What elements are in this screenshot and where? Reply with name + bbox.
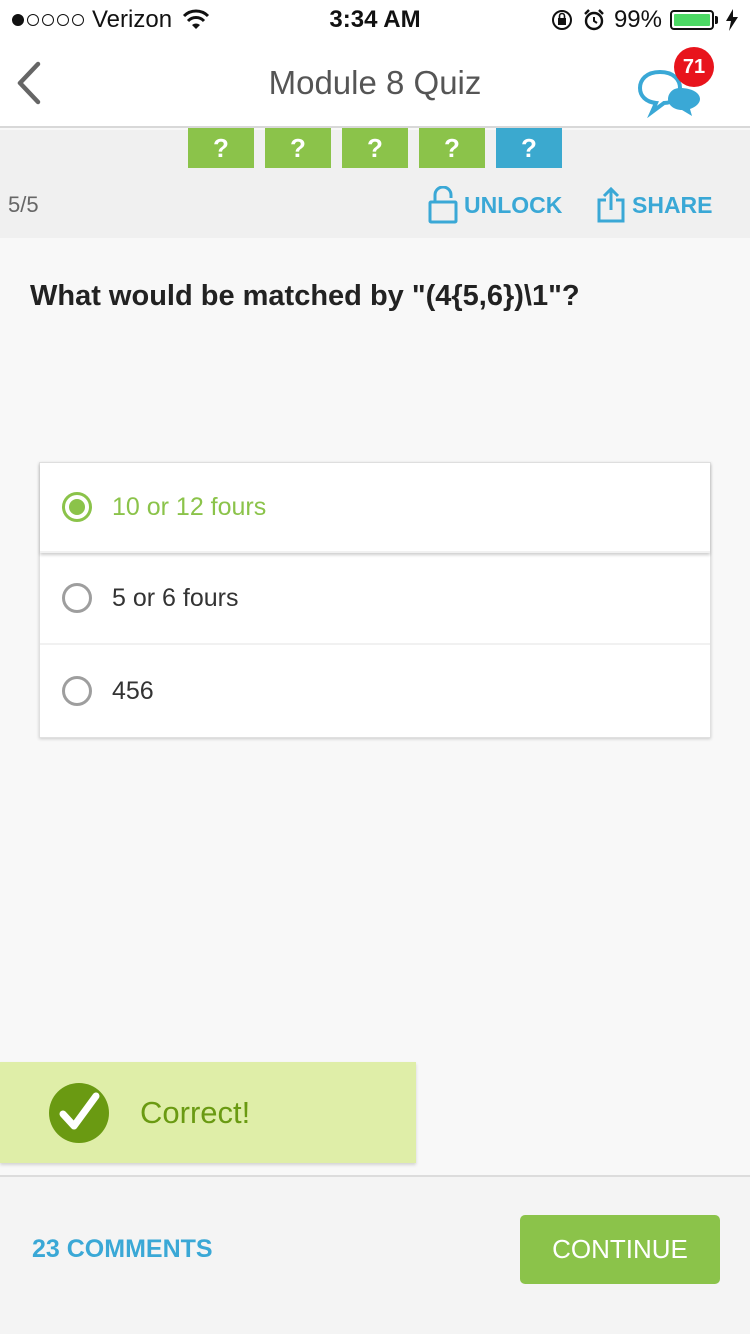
radio-empty-icon[interactable]	[62, 676, 92, 706]
progress-step-2[interactable]: ?	[265, 128, 331, 168]
continue-button[interactable]: CONTINUE	[520, 1215, 720, 1284]
notification-badge: 71	[674, 47, 714, 87]
progress-steps: ?????	[0, 128, 750, 168]
answer-option[interactable]: 10 or 12 fours	[40, 463, 710, 553]
navigation-bar: Module 8 Quiz 71	[0, 40, 750, 128]
comments-link[interactable]: 23 COMMENTS	[32, 1235, 213, 1264]
unlock-label: UNLOCK	[464, 191, 563, 218]
padlock-icon	[428, 186, 458, 224]
share-label: SHARE	[632, 191, 713, 218]
radio-empty-icon[interactable]	[62, 583, 92, 613]
progress-step-5[interactable]: ?	[496, 128, 562, 168]
charging-bolt-icon	[726, 9, 738, 31]
answer-option[interactable]: 5 or 6 fours	[40, 553, 710, 645]
question-text: What would be matched by "(4{5,6})\1"?	[30, 280, 580, 312]
share-icon	[597, 186, 625, 223]
battery-icon	[670, 10, 718, 30]
answer-label: 456	[112, 676, 154, 705]
answer-label: 10 or 12 fours	[112, 492, 267, 521]
orientation-lock-icon	[551, 10, 572, 30]
answer-list: 10 or 12 fours 5 or 6 fours 456	[39, 462, 711, 738]
progress-step-1[interactable]: ?	[188, 128, 254, 168]
question-counter: 5/5	[8, 192, 39, 217]
quiz-toolbar: ????? 5/5 UNLOCK SHARE	[0, 128, 750, 238]
radio-selected-icon[interactable]	[62, 492, 92, 522]
share-button[interactable]: SHARE	[596, 186, 713, 224]
alarm-icon	[584, 9, 604, 31]
unlock-button[interactable]: UNLOCK	[428, 186, 562, 224]
progress-step-3[interactable]: ?	[342, 128, 408, 168]
checkmark-icon	[49, 1082, 109, 1143]
answer-label: 5 or 6 fours	[112, 583, 239, 612]
status-indicators: 99%	[550, 6, 738, 34]
battery-fill	[674, 14, 710, 26]
progress-step-4[interactable]: ?	[419, 128, 485, 168]
footer-bar: 23 COMMENTS CONTINUE	[0, 1175, 750, 1334]
result-text: Correct!	[140, 1094, 251, 1130]
result-banner: Correct!	[0, 1062, 416, 1163]
status-bar: Verizon 3:34 AM 99%	[0, 0, 750, 40]
answer-option[interactable]: 456	[40, 645, 710, 737]
battery-percent: 99%	[613, 6, 662, 33]
